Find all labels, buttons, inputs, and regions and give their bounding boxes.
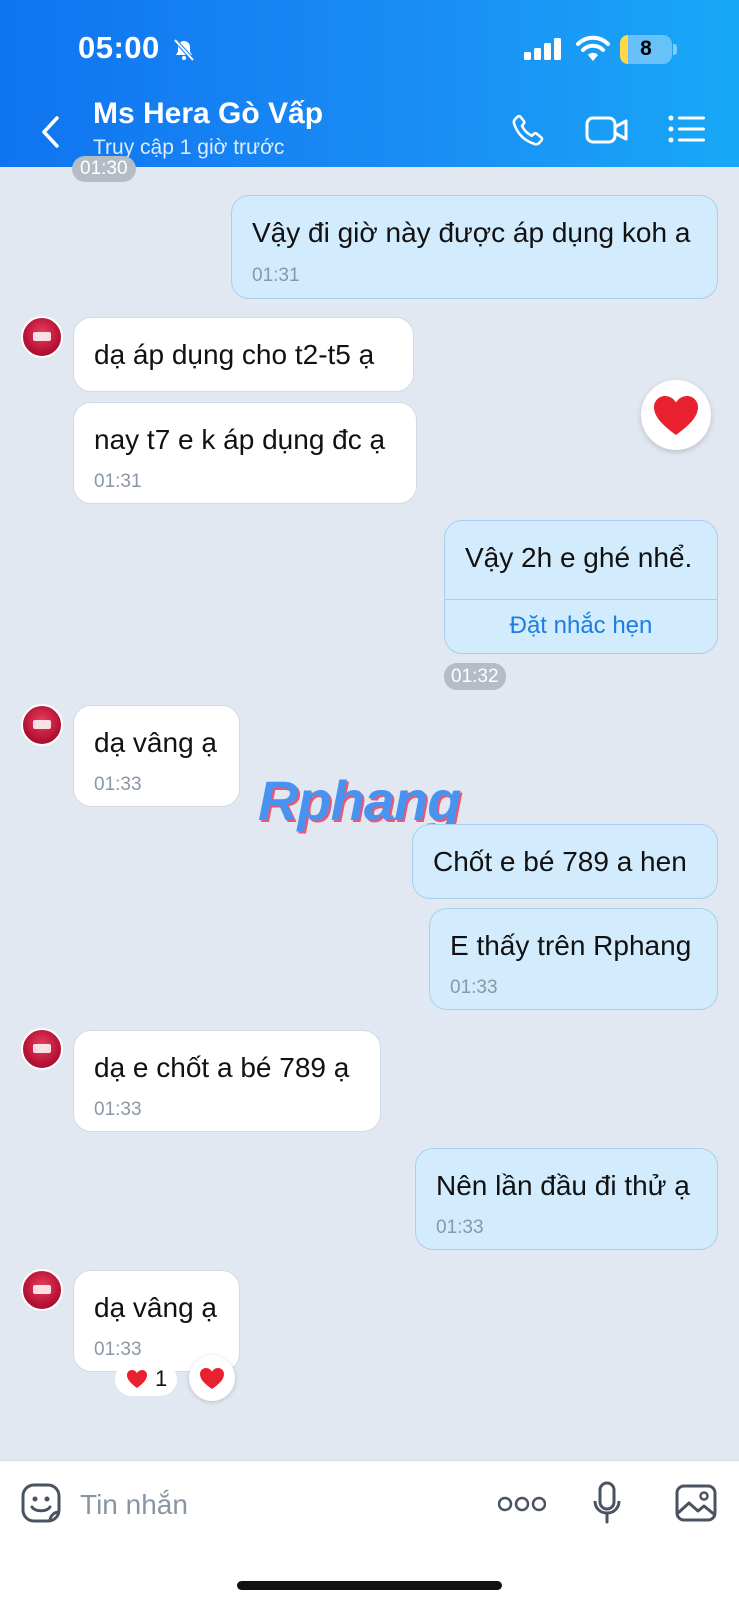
message-text: dạ vâng ạ [94, 1292, 217, 1323]
image-icon[interactable] [674, 1483, 718, 1528]
message-bubble-incoming[interactable]: dạ e chốt a bé 789 ạ 01:33 [73, 1030, 381, 1132]
message-text: Vậy đi giờ này được áp dụng koh a [252, 217, 691, 248]
video-icon[interactable] [585, 115, 629, 150]
avatar[interactable] [21, 704, 63, 746]
message-bubble-outgoing[interactable]: Vậy đi giờ này được áp dụng koh a 01:31 [231, 195, 718, 299]
back-icon[interactable] [36, 112, 66, 152]
message-bubble-outgoing[interactable]: E thấy trên Rphang 01:33 [429, 908, 718, 1010]
cellular-signal-icon [524, 38, 564, 65]
mic-icon[interactable] [592, 1481, 622, 1530]
time-pill: 01:30 [72, 156, 136, 182]
message-time: 01:31 [94, 471, 142, 492]
heart-icon [654, 396, 698, 435]
bubble-divider [445, 599, 717, 600]
status-time: 05:00 [78, 30, 160, 65]
message-input-bar: Tin nhắn [0, 1460, 739, 1600]
battery-nub [673, 44, 677, 55]
message-time: 01:33 [94, 774, 142, 795]
message-bubble-outgoing[interactable]: Vậy 2h e ghé nhể. Đặt nhắc hẹn [444, 520, 718, 654]
heart-icon [127, 1370, 147, 1388]
heart-react-button[interactable] [189, 1355, 235, 1401]
message-bubble-outgoing[interactable]: Nên lần đầu đi thử ạ 01:33 [415, 1148, 718, 1250]
set-reminder-link[interactable]: Đặt nhắc hẹn [445, 609, 717, 643]
message-text: dạ vâng ạ [94, 727, 217, 758]
avatar[interactable] [21, 1269, 63, 1311]
message-bubble-incoming[interactable]: nay t7 e k áp dụng đc ạ 01:31 [73, 402, 417, 504]
battery-icon: 8 [620, 35, 672, 64]
message-bubble-incoming[interactable]: dạ áp dụng cho t2-t5 ạ [73, 317, 414, 392]
heart-icon [200, 1368, 224, 1389]
message-bubble-outgoing[interactable]: Chốt e bé 789 a hen [412, 824, 718, 899]
message-text: E thấy trên Rphang [450, 930, 692, 961]
reaction-count: 1 [155, 1366, 168, 1391]
message-input[interactable]: Tin nhắn [80, 1489, 188, 1521]
message-bubble-incoming[interactable]: dạ vâng ạ 01:33 [73, 705, 240, 807]
message-text: dạ áp dụng cho t2-t5 ạ [94, 339, 375, 370]
message-text: Chốt e bé 789 a hen [433, 846, 687, 877]
message-text: dạ e chốt a bé 789 ạ [94, 1052, 350, 1083]
battery-percent: 8 [640, 37, 652, 60]
heart-react-button[interactable] [641, 380, 711, 450]
message-text: nay t7 e k áp dụng đc ạ [94, 424, 386, 455]
message-text: Vậy 2h e ghé nhể. [465, 542, 693, 573]
bell-muted-icon [172, 38, 196, 67]
reaction-summary[interactable]: 1 [115, 1362, 178, 1396]
message-time: 01:31 [252, 265, 300, 286]
wifi-icon [575, 34, 611, 67]
contact-name[interactable]: Ms Hera Gò Vấp [93, 97, 323, 131]
avatar[interactable] [21, 316, 63, 358]
list-icon[interactable] [668, 114, 706, 149]
chat-header: 05:00 8 Ms Hera Gò Vấp Truy cập 1 giờ tr… [0, 0, 739, 167]
message-time: 01:33 [450, 977, 498, 998]
home-indicator [237, 1581, 502, 1590]
message-text: Nên lần đầu đi thử ạ [436, 1170, 690, 1201]
time-pill: 01:32 [444, 663, 506, 690]
message-time: 01:33 [436, 1217, 484, 1238]
avatar[interactable] [21, 1028, 63, 1070]
sticker-icon[interactable] [20, 1482, 62, 1529]
phone-icon[interactable] [510, 112, 546, 153]
message-time: 01:33 [94, 1099, 142, 1120]
more-icon[interactable] [497, 1496, 547, 1517]
